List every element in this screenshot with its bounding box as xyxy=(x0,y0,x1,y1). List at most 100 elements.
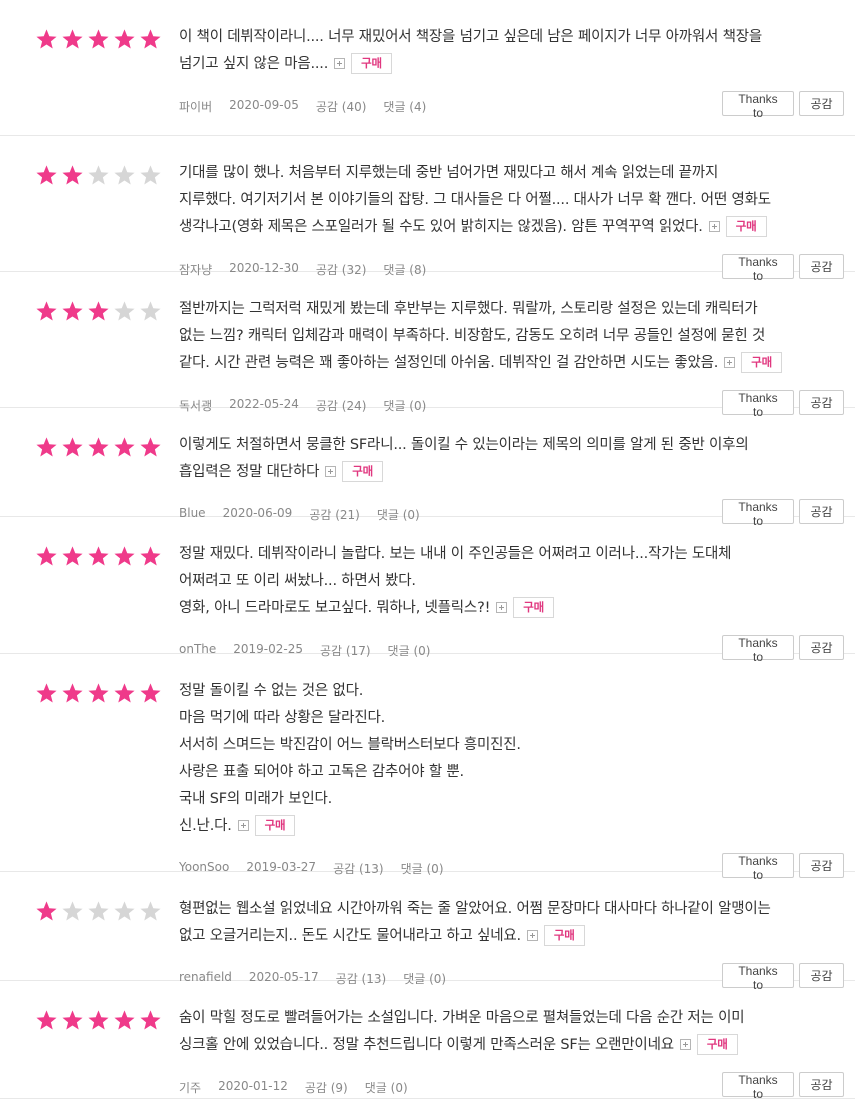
star-rating xyxy=(35,300,162,322)
purchase-badge[interactable]: 구매 xyxy=(513,597,554,618)
review-date: 2020-01-12 xyxy=(218,1079,288,1093)
expand-plus-icon[interactable] xyxy=(325,466,337,477)
review-line-text: 형편없는 웹소설 읽었네요 시간아까워 죽는 줄 알았어요. 어쩜 문장마다 대… xyxy=(179,901,771,917)
review-author[interactable]: 파이버 xyxy=(179,98,212,115)
expand-plus-icon[interactable] xyxy=(526,930,538,941)
comment-count[interactable]: 댓글 (4) xyxy=(383,98,426,115)
star-icon xyxy=(62,546,83,566)
review-text: 이렇게도 처절하면서 뭉클한 SF라니... 돌이킬 수 있는이라는 제목의 의… xyxy=(179,432,843,486)
review-line: 생각나고(영화 제목은 스포일러가 될 수도 있어 밝히지는 않겠음). 암튼 … xyxy=(179,214,843,241)
review-item: 이 책이 데뷔작이라니.... 너무 재밌어서 책장을 넘기고 싶은데 남은 페… xyxy=(0,0,855,136)
star-icon xyxy=(114,29,135,49)
star-icon xyxy=(114,546,135,566)
thanks-to-button[interactable]: Thanks to xyxy=(722,1072,794,1101)
star-icon xyxy=(114,1010,135,1030)
review-meta: 기주 2020-01-12 공감 (9) 댓글 (0) xyxy=(179,1079,408,1096)
star-icon xyxy=(114,683,135,703)
review-body: 형편없는 웹소설 읽었네요 시간아까워 죽는 줄 알았어요. 어쩜 문장마다 대… xyxy=(179,896,843,950)
star-icon xyxy=(140,29,161,49)
star-icon xyxy=(114,901,135,921)
expand-plus-icon[interactable] xyxy=(724,357,736,368)
star-icon xyxy=(36,29,57,49)
review-line: 싱크홀 안에 있었습니다.. 정말 추천드립니다 이렇게 만족스러운 SF는 오… xyxy=(179,1032,843,1059)
review-body: 숨이 막힐 정도로 빨려들어가는 소설입니다. 가벼운 마음으로 펼쳐들었는데 … xyxy=(179,1005,843,1059)
review-line: 국내 SF의 미래가 보인다. xyxy=(179,786,843,813)
review-meta: 파이버 2020-09-05 공감 (40) 댓글 (4) xyxy=(179,98,426,115)
star-icon xyxy=(88,901,109,921)
review-line-text: 넘기고 싶지 않은 마음.... xyxy=(179,56,329,72)
review-actions: Thanks to 공감 xyxy=(722,91,844,120)
star-icon xyxy=(140,683,161,703)
star-icon xyxy=(114,301,135,321)
review-line: 어쩌려고 또 이리 써놨나... 하면서 봤다. xyxy=(179,568,843,595)
expand-plus-icon[interactable] xyxy=(708,221,720,232)
expand-plus-icon[interactable] xyxy=(679,1039,691,1050)
star-icon xyxy=(36,437,57,457)
review-line-text: 정말 재밌다. 데뷔작이라니 놀랍다. 보는 내내 이 주인공들은 어쩌려고 이… xyxy=(179,546,732,562)
review-line: 정말 돌이킬 수 없는 것은 없다. xyxy=(179,678,843,705)
review-line-text: 이 책이 데뷔작이라니.... 너무 재밌어서 책장을 넘기고 싶은데 남은 페… xyxy=(179,29,763,45)
review-line: 형편없는 웹소설 읽었네요 시간아까워 죽는 줄 알았어요. 어쩜 문장마다 대… xyxy=(179,896,843,923)
purchase-badge[interactable]: 구매 xyxy=(351,53,392,74)
star-icon xyxy=(62,165,83,185)
star-rating xyxy=(35,164,162,186)
review-body: 이 책이 데뷔작이라니.... 너무 재밌어서 책장을 넘기고 싶은데 남은 페… xyxy=(179,24,843,78)
star-icon xyxy=(36,1010,57,1030)
review-line: 없는 느낌? 캐릭터 입체감과 매력이 부족하다. 비장함도, 감동도 오히려 … xyxy=(179,323,843,350)
review-text: 기대를 많이 했나. 처음부터 지루했는데 중반 넘어가면 재밌다고 해서 계속… xyxy=(179,160,843,241)
review-line-text: 흡입력은 정말 대단하다 xyxy=(179,464,320,480)
star-icon xyxy=(114,165,135,185)
review-line-text: 이렇게도 처절하면서 뭉클한 SF라니... 돌이킬 수 있는이라는 제목의 의… xyxy=(179,437,749,453)
expand-plus-icon[interactable] xyxy=(496,602,508,613)
purchase-badge[interactable]: 구매 xyxy=(254,815,296,836)
review-line: 기대를 많이 했나. 처음부터 지루했는데 중반 넘어가면 재밌다고 해서 계속… xyxy=(179,160,843,187)
star-icon xyxy=(88,437,109,457)
review-body: 절반까지는 그럭저럭 재밌게 봤는데 후반부는 지루했다. 뭐랄까, 스토리랑 … xyxy=(179,296,843,377)
star-icon xyxy=(88,301,109,321)
review-text: 형편없는 웹소설 읽었네요 시간아까워 죽는 줄 알았어요. 어쩜 문장마다 대… xyxy=(179,896,843,950)
review-item: 형편없는 웹소설 읽었네요 시간아까워 죽는 줄 알았어요. 어쩜 문장마다 대… xyxy=(0,872,855,992)
review-line-text: 기대를 많이 했나. 처음부터 지루했는데 중반 넘어가면 재밌다고 해서 계속… xyxy=(179,165,719,181)
star-icon xyxy=(140,437,161,457)
review-line: 서서히 스며드는 박진감이 어느 블락버스터보다 흥미진진. xyxy=(179,732,843,759)
review-line: 숨이 막힐 정도로 빨려들어가는 소설입니다. 가벼운 마음으로 펼쳐들었는데 … xyxy=(179,1005,843,1032)
review-line-text: 국내 SF의 미래가 보인다. xyxy=(179,791,333,807)
review-item: 숨이 막힐 정도로 빨려들어가는 소설입니다. 가벼운 마음으로 펼쳐들었는데 … xyxy=(0,981,855,1101)
star-rating xyxy=(35,436,162,458)
purchase-badge[interactable]: 구매 xyxy=(725,216,767,237)
comment-count[interactable]: 댓글 (0) xyxy=(365,1079,408,1096)
expand-plus-icon[interactable] xyxy=(334,58,346,69)
like-button[interactable]: 공감 xyxy=(799,91,844,116)
review-author[interactable]: 기주 xyxy=(179,1079,201,1096)
review-text: 이 책이 데뷔작이라니.... 너무 재밌어서 책장을 넘기고 싶은데 남은 페… xyxy=(179,24,843,78)
star-icon xyxy=(140,301,161,321)
review-line-text: 신.난.다. xyxy=(179,818,232,834)
star-icon xyxy=(88,165,109,185)
star-icon xyxy=(62,437,83,457)
purchase-badge[interactable]: 구매 xyxy=(543,925,585,946)
review-line-text: 없고 오글거리는지.. 돈도 시간도 물어내라고 하고 싶네요. xyxy=(179,928,521,944)
review-text: 숨이 막힐 정도로 빨려들어가는 소설입니다. 가벼운 마음으로 펼쳐들었는데 … xyxy=(179,1005,843,1059)
review-body: 정말 재밌다. 데뷔작이라니 놀랍다. 보는 내내 이 주인공들은 어쩌려고 이… xyxy=(179,541,843,622)
thanks-to-button[interactable]: Thanks to xyxy=(722,91,794,120)
purchase-badge[interactable]: 구매 xyxy=(342,461,383,482)
like-button[interactable]: 공감 xyxy=(799,1072,844,1097)
like-count: 공감 (9) xyxy=(304,1081,348,1095)
star-icon xyxy=(114,437,135,457)
star-icon xyxy=(36,683,57,703)
purchase-badge[interactable]: 구매 xyxy=(696,1034,738,1055)
review-line: 이 책이 데뷔작이라니.... 너무 재밌어서 책장을 넘기고 싶은데 남은 페… xyxy=(179,24,843,51)
review-line: 마음 먹기에 따라 상황은 달라진다. xyxy=(179,705,843,732)
purchase-badge[interactable]: 구매 xyxy=(741,352,782,373)
review-text: 정말 돌이킬 수 없는 것은 없다. 마음 먹기에 따라 상황은 달라진다. 서서히… xyxy=(179,678,843,840)
star-icon xyxy=(140,546,161,566)
star-icon xyxy=(62,683,83,703)
review-line-text: 생각나고(영화 제목은 스포일러가 될 수도 있어 밝히지는 않겠음). 암튼 … xyxy=(179,219,703,235)
expand-plus-icon[interactable] xyxy=(237,820,249,831)
review-line: 같다. 시간 관련 능력은 꽤 좋아하는 설정인데 아쉬움. 데뷔작인 걸 감안… xyxy=(179,350,843,377)
star-icon xyxy=(88,546,109,566)
review-line-text: 서서히 스며드는 박진감이 어느 블락버스터보다 흥미진진. xyxy=(179,737,521,753)
review-line-text: 같다. 시간 관련 능력은 꽤 좋아하는 설정인데 아쉬움. 데뷔작인 걸 감안… xyxy=(179,355,719,371)
review-line-text: 지루했다. 여기저기서 본 이야기들의 잡탕. 그 대사들은 다 어쩔.... … xyxy=(179,192,771,208)
star-icon xyxy=(62,29,83,49)
